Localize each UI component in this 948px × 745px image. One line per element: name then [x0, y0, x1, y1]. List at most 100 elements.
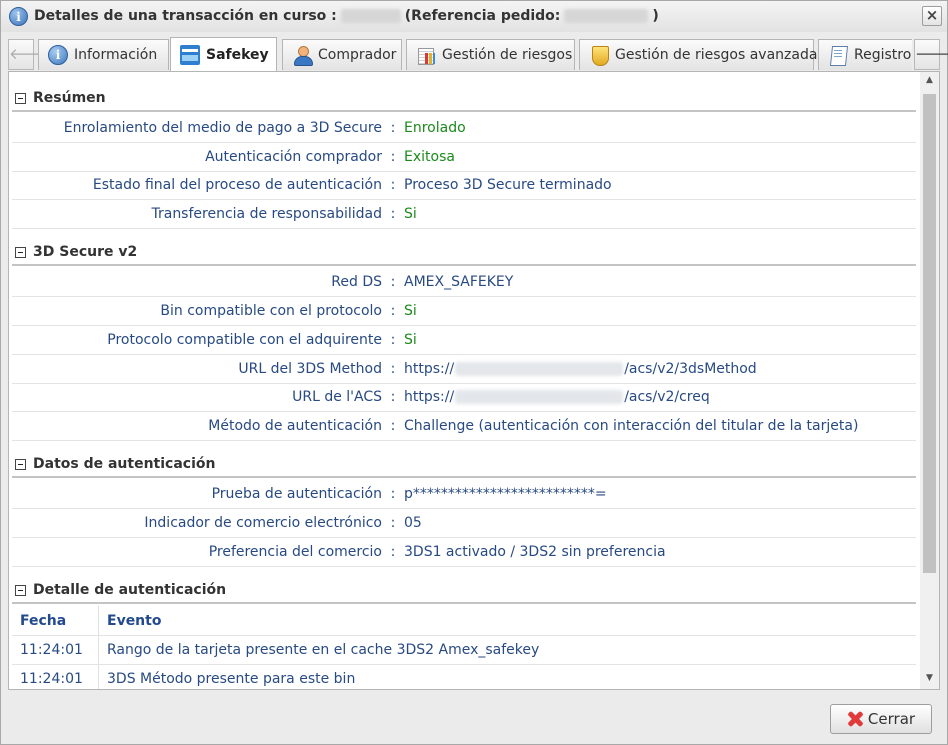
close-window-button[interactable]: × — [922, 6, 942, 26]
arrow-right-icon: 🡒 — [915, 45, 948, 63]
section-auth-detail-header[interactable]: Detalle de autenticación — [12, 578, 916, 604]
column-header-fecha[interactable]: Fecha — [12, 613, 98, 629]
title-prefix: Detalles de una transacción en curso : — [34, 8, 337, 24]
row-separator: : — [390, 274, 396, 290]
tab-registro[interactable]: Registro de — [818, 39, 912, 70]
tab-safekey[interactable]: Safekey — [170, 37, 277, 71]
redacted-order-reference — [564, 9, 649, 23]
tab-strip: 🡐 i Información Safekey Comprador Gestió… — [8, 37, 948, 71]
title-bar: i Detalles de una transacción en curso :… — [1, 1, 947, 32]
collapse-icon[interactable] — [15, 246, 26, 258]
detail-row: Bin compatible con el protocolo: Si — [12, 297, 916, 326]
scroll-content[interactable]: Resúmen Enrolamiento del medio de pago a… — [9, 72, 919, 689]
detail-row: Prueba de autenticación: p**************… — [12, 480, 916, 509]
user-icon — [292, 45, 313, 66]
row-separator: : — [390, 389, 396, 405]
row-value: 3DS1 activado / 3DS2 sin preferencia — [404, 544, 666, 560]
row-label: Estado final del proceso de autenticació… — [92, 177, 382, 193]
redacted-host — [455, 362, 624, 376]
transaction-details-dialog: i Detalles de una transacción en curso :… — [0, 0, 948, 745]
section-auth-data-header[interactable]: Datos de autenticación — [12, 452, 916, 478]
row-label: Método de autenticación — [208, 418, 382, 434]
row-value: 05 — [404, 515, 422, 531]
row-value: AMEX_SAFEKEY — [404, 274, 514, 290]
tab-comprador[interactable]: Comprador — [282, 39, 402, 70]
dialog-title: Detalles de una transacción en curso : (… — [34, 8, 659, 24]
section-title: Datos de autenticación — [33, 456, 216, 472]
row-separator: : — [390, 177, 396, 193]
url-suffix: /acs/v2/creq — [624, 389, 710, 405]
tab-gestion-riesgos[interactable]: Gestión de riesgos — [406, 39, 575, 70]
document-icon — [828, 45, 848, 65]
title-suffix: ) — [652, 8, 659, 24]
row-separator: : — [390, 332, 396, 348]
collapse-icon[interactable] — [15, 92, 26, 104]
section-title: Resúmen — [33, 90, 106, 106]
table-row: 11:24:01 3DS Método presente para este b… — [12, 664, 916, 689]
tab-label: Información — [74, 47, 158, 63]
tab-gestion-riesgos-avanzada[interactable]: Gestión de riesgos avanzada — [579, 39, 818, 70]
row-separator: : — [390, 361, 396, 377]
detail-row: Red DS: AMEX_SAFEKEY — [12, 268, 916, 297]
tab-label: Gestión de riesgos — [442, 47, 573, 63]
title-ref-label: (Referencia pedido: — [404, 8, 561, 24]
tab-label: Gestión de riesgos avanzada — [615, 47, 818, 63]
section-resumen-header[interactable]: Resúmen — [12, 86, 916, 112]
scroll-down-button[interactable]: ▼ — [920, 670, 939, 687]
table-row: 11:24:01 Rango de la tarjeta presente en… — [12, 635, 916, 665]
red-x-icon — [847, 711, 863, 727]
row-separator: : — [390, 486, 396, 502]
row-value: Exitosa — [404, 149, 455, 165]
collapse-icon[interactable] — [15, 458, 26, 470]
detail-row: Enrolamiento del medio de pago a 3D Secu… — [12, 114, 916, 143]
url-suffix: /acs/v2/3dsMethod — [624, 361, 757, 377]
cell-evento: 3DS Método presente para este bin — [107, 671, 356, 687]
section-title: 3D Secure v2 — [33, 244, 138, 260]
detail-row: URL de l'ACS: https:// /acs/v2/creq — [12, 383, 916, 412]
cell-fecha: 11:24:01 — [20, 671, 83, 687]
detail-row: Autenticación comprador: Exitosa — [12, 143, 916, 172]
vertical-scrollbar[interactable]: ▲ ▼ — [920, 72, 939, 689]
safekey-panel: Resúmen Enrolamiento del medio de pago a… — [8, 71, 940, 690]
scroll-up-button[interactable]: ▲ — [920, 72, 939, 89]
detail-row: Indicador de comercio electrónico: 05 — [12, 509, 916, 538]
row-separator: : — [390, 418, 396, 434]
row-value: Enrolado — [404, 120, 466, 136]
tab-informacion[interactable]: i Información — [38, 39, 169, 70]
detail-row: URL del 3DS Method: https:// /acs/v2/3dsM… — [12, 355, 916, 384]
row-value: https:// /acs/v2/3dsMethod — [404, 361, 757, 377]
close-button-label: Cerrar — [867, 710, 916, 728]
url-prefix: https:// — [404, 389, 455, 405]
detail-row: Método de autenticación: Challenge (aute… — [12, 412, 916, 441]
row-value: Proceso 3D Secure terminado — [404, 177, 612, 193]
row-separator: : — [390, 303, 396, 319]
row-label: Enrolamiento del medio de pago a 3D Secu… — [63, 120, 382, 136]
close-icon: × — [925, 6, 939, 24]
scrollbar-thumb[interactable] — [923, 94, 936, 573]
tab-label: Registro de — [854, 47, 912, 63]
row-separator: : — [390, 206, 396, 222]
info-icon: i — [9, 7, 28, 26]
row-label: Indicador de comercio electrónico — [144, 515, 382, 531]
close-button[interactable]: Cerrar — [830, 704, 932, 734]
tab-scroll-right-button[interactable]: 🡒 — [914, 39, 948, 70]
row-label: Autenticación comprador — [205, 149, 382, 165]
row-value: Si — [404, 332, 417, 348]
row-label: Preferencia del comercio — [208, 544, 382, 560]
collapse-icon[interactable] — [15, 584, 26, 596]
section-3ds-v2-header[interactable]: 3D Secure v2 — [12, 240, 916, 266]
row-label: Transferencia de responsabilidad — [151, 206, 382, 222]
row-value: p**************************= — [404, 486, 607, 502]
tab-label: Comprador — [318, 47, 397, 63]
column-header-evento[interactable]: Evento — [99, 613, 161, 629]
auth-detail-table-header: Fecha Evento — [12, 605, 916, 636]
shield-icon — [589, 45, 609, 66]
detail-row: Protocolo compatible con el adquirente: … — [12, 326, 916, 355]
info-icon: i — [48, 45, 68, 65]
tab-scroll-left-button[interactable]: 🡐 — [8, 39, 49, 70]
section-title: Detalle de autenticación — [33, 582, 227, 598]
redacted-transaction-id — [340, 9, 401, 23]
amex-card-icon — [180, 44, 200, 65]
url-prefix: https:// — [404, 361, 455, 377]
detail-row: Preferencia del comercio: 3DS1 activado … — [12, 538, 916, 567]
